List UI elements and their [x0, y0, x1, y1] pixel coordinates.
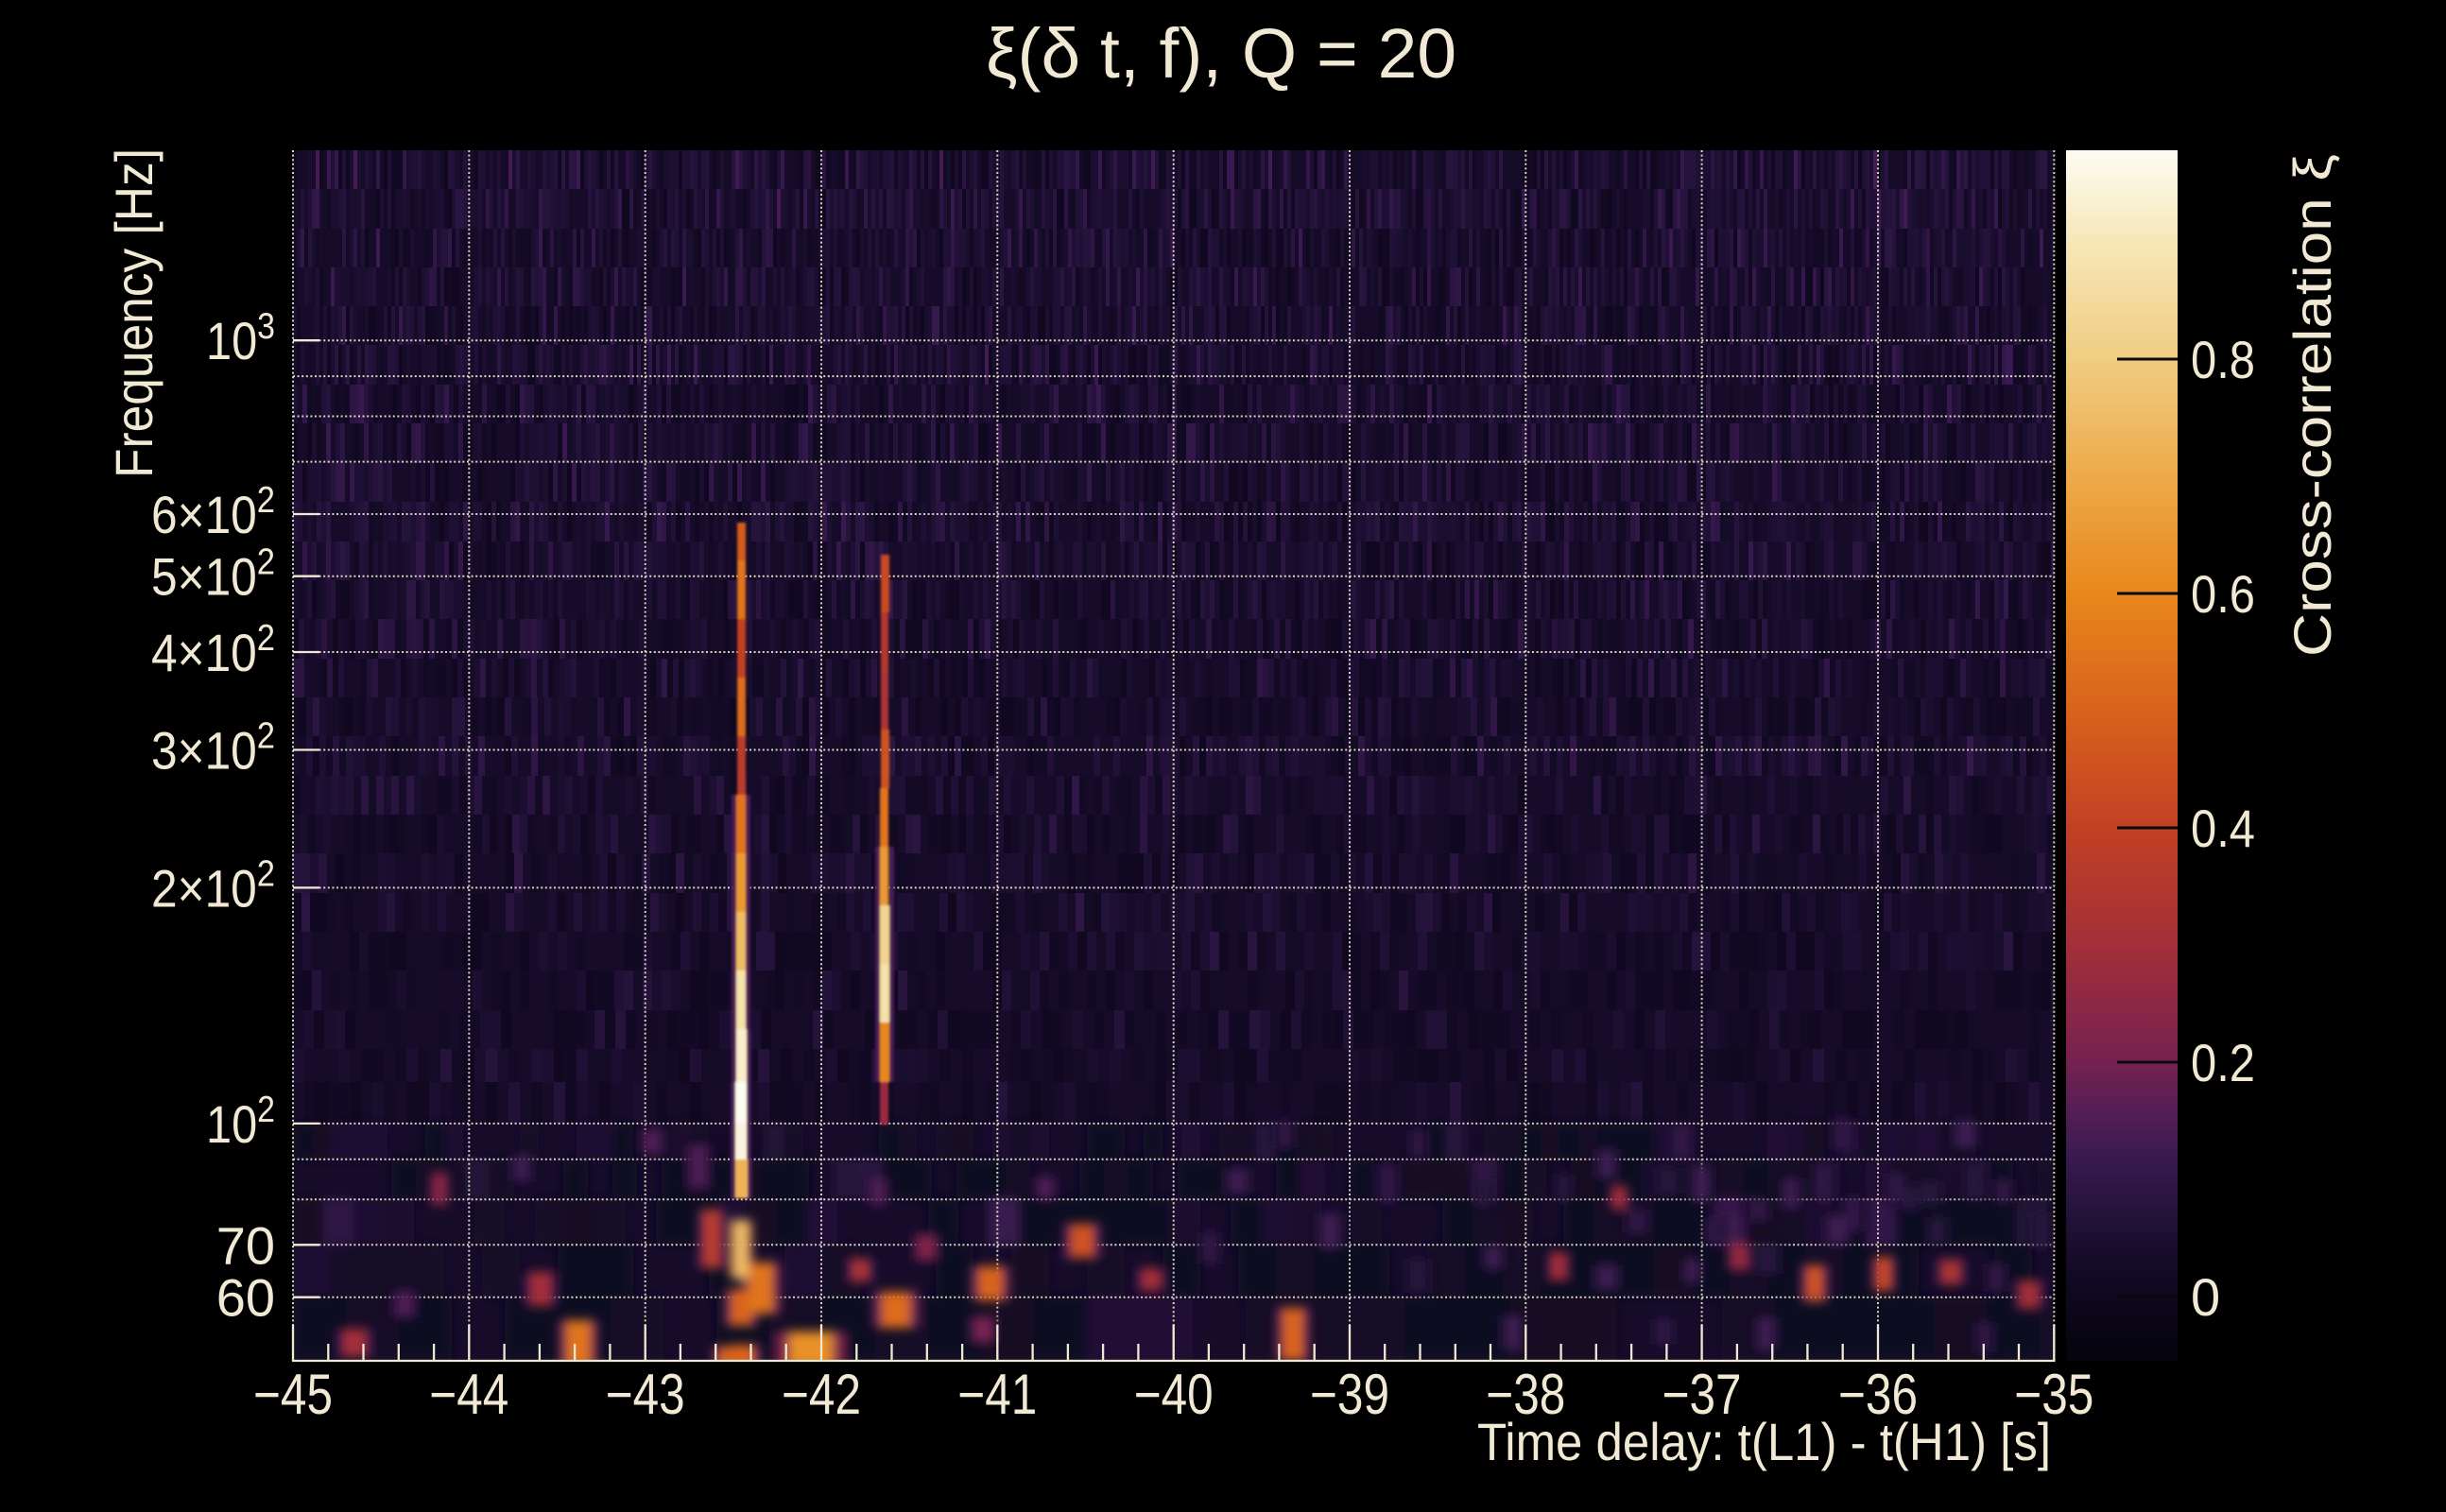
- svg-text:60: 60: [216, 1268, 275, 1328]
- svg-text:5×102: 5×102: [151, 542, 275, 607]
- svg-text:0.6: 0.6: [2191, 564, 2255, 624]
- svg-text:Time delay: t(L1) - t(H1) [s]: Time delay: t(L1) - t(H1) [s]: [1477, 1412, 2051, 1471]
- svg-text:−40: −40: [1134, 1363, 1214, 1426]
- svg-text:Frequency [Hz]: Frequency [Hz]: [104, 148, 164, 478]
- svg-text:−39: −39: [1310, 1363, 1389, 1426]
- svg-text:−41: −41: [957, 1363, 1037, 1426]
- svg-text:−44: −44: [429, 1363, 508, 1426]
- svg-text:6×102: 6×102: [151, 480, 275, 544]
- svg-text:−45: −45: [253, 1363, 333, 1426]
- svg-text:0.8: 0.8: [2191, 330, 2255, 389]
- svg-text:70: 70: [216, 1215, 275, 1275]
- svg-text:ξ(δ t, f), Q = 20: ξ(δ t, f), Q = 20: [986, 14, 1456, 93]
- svg-text:0: 0: [2191, 1267, 2220, 1327]
- svg-text:−42: −42: [782, 1363, 861, 1426]
- svg-text:2×102: 2×102: [151, 853, 275, 918]
- svg-text:3×102: 3×102: [151, 716, 275, 781]
- svg-text:4×102: 4×102: [151, 618, 275, 682]
- svg-text:0.2: 0.2: [2191, 1033, 2255, 1092]
- svg-text:−43: −43: [606, 1363, 685, 1426]
- svg-text:0.4: 0.4: [2191, 799, 2255, 858]
- svg-text:Cross-correlation ξ: Cross-correlation ξ: [2282, 154, 2342, 657]
